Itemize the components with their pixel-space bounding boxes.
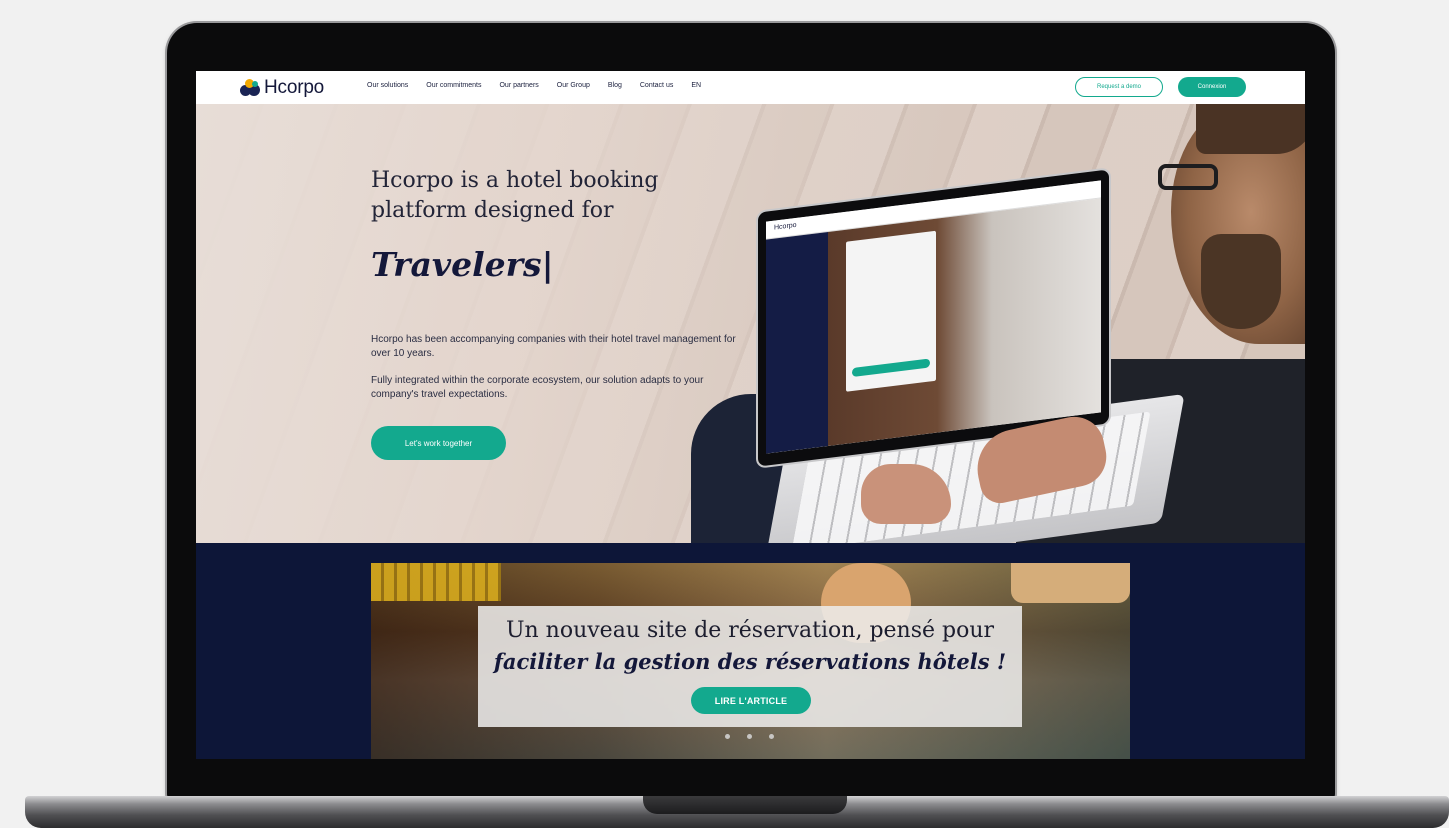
hero-photo-beard	[1201, 234, 1281, 329]
nav-item-our-solutions[interactable]: Our solutions	[367, 82, 408, 89]
hero-photo-glasses	[1158, 164, 1218, 190]
website-screen: Hcorpo Our solutions Our commitments Our…	[196, 71, 1305, 759]
nav-item-contact-us[interactable]: Contact us	[640, 82, 673, 89]
hcorpo-logo-icon	[240, 78, 262, 98]
connexion-button[interactable]: Connexion	[1178, 77, 1246, 97]
top-navbar: Hcorpo Our solutions Our commitments Our…	[196, 71, 1305, 104]
nav-item-our-partners[interactable]: Our partners	[499, 82, 538, 89]
main-menu: Our solutions Our commitments Our partne…	[367, 82, 719, 89]
nav-item-blog[interactable]: Blog	[608, 82, 622, 89]
news-banner-card: Un nouveau site de réservation, pensé po…	[478, 606, 1022, 727]
carousel-dot[interactable]	[725, 734, 730, 739]
hero-photo-hair	[1196, 104, 1305, 154]
language-selector[interactable]: EN	[691, 82, 701, 89]
carousel-dot[interactable]	[747, 734, 752, 739]
mini-logo: Hcorpo	[774, 221, 797, 232]
logo-text: Hcorpo	[264, 77, 325, 98]
hero-accent-word: Travelers|	[371, 245, 554, 284]
read-article-button[interactable]: LIRE L'ARTICLE	[691, 687, 811, 714]
carousel-dots	[725, 734, 791, 739]
lets-work-together-button[interactable]: Let's work together	[371, 426, 506, 460]
logo[interactable]: Hcorpo	[240, 77, 324, 99]
hero-paragraph-1: Hcorpo has been accompanying companies w…	[371, 334, 736, 359]
hero-section: Hcorpo Hcorpo is a hotel booking platfor…	[196, 104, 1305, 543]
nav-item-our-group[interactable]: Our Group	[557, 82, 590, 89]
carousel-dot[interactable]	[769, 734, 774, 739]
hero-paragraph-2: Fully integrated within the corporate ec…	[371, 375, 704, 400]
banner-subheadline: faciliter la gestion des réservations hô…	[493, 649, 1007, 674]
hero-title: Hcorpo is a hotel booking platform desig…	[371, 168, 659, 223]
request-demo-button[interactable]: Request a demo	[1075, 77, 1163, 97]
nav-item-our-commitments[interactable]: Our commitments	[426, 82, 481, 89]
banner-headline: Un nouveau site de réservation, pensé po…	[505, 618, 995, 643]
laptop-notch	[643, 796, 847, 814]
